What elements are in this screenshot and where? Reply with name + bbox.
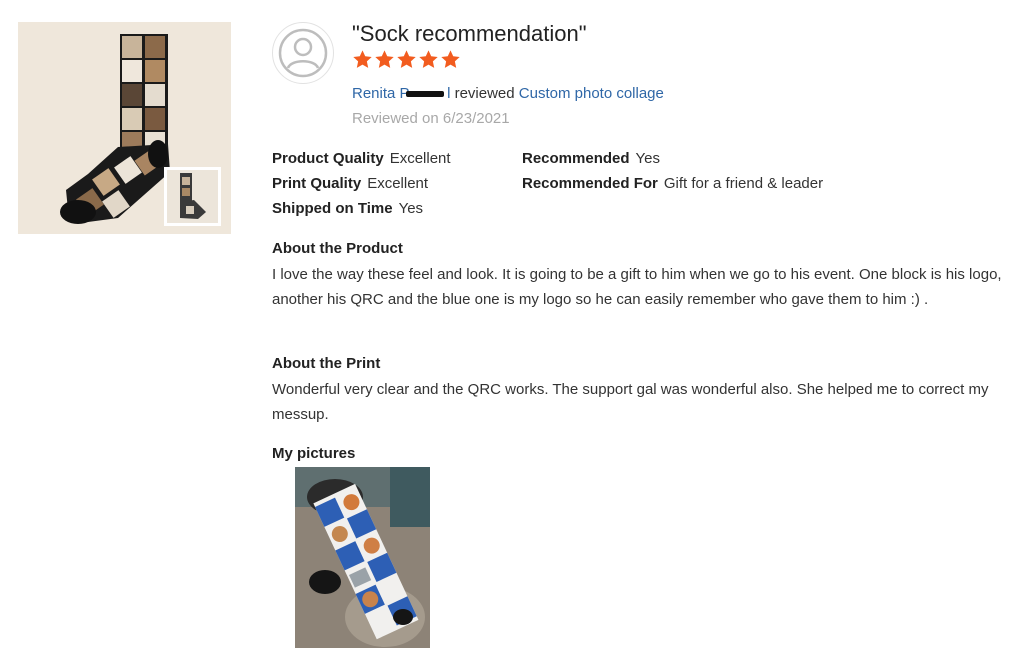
attr-print-quality: Print Quality Excellent	[272, 174, 428, 194]
sock-leg	[120, 34, 168, 152]
attr-label: Print Quality	[272, 175, 362, 192]
customer-photo[interactable]	[295, 467, 430, 648]
about-product-heading: About the Product	[272, 240, 403, 257]
attr-value: Excellent	[367, 175, 429, 192]
star-icon	[353, 50, 372, 68]
attr-value: Gift for a friend & leader	[663, 175, 824, 192]
reviewed-text: reviewed	[450, 85, 519, 102]
attr-value: Excellent	[389, 150, 451, 167]
attr-recommended: Recommended Yes	[522, 149, 660, 169]
attr-label: Shipped on Time	[272, 200, 393, 217]
review-title: "Sock recommendation"	[352, 21, 587, 46]
star-icon	[441, 50, 460, 68]
attr-recommended-for: Recommended For Gift for a friend & leade…	[522, 174, 823, 194]
redaction-bar	[406, 91, 444, 97]
attr-label: Product Quality	[272, 150, 384, 167]
about-print-heading: About the Print	[272, 355, 381, 372]
inset-thumbnail	[164, 167, 221, 226]
attr-shipped-on-time: Shipped on Time Yes	[272, 199, 423, 219]
my-pictures-heading: My pictures	[272, 445, 356, 462]
about-print-body: Wonderful very clear and the QRC works. …	[272, 381, 989, 423]
star-icon	[397, 50, 416, 68]
sock-collage-image	[18, 22, 231, 234]
reviewer-line: Renita P l reviewed Custom photo collage	[352, 84, 664, 104]
attr-value: Yes	[635, 150, 661, 167]
attr-product-quality: Product Quality Excellent	[272, 149, 451, 169]
attr-label: Recommended	[522, 150, 630, 167]
star-icon	[419, 50, 438, 68]
about-product-body: I love the way these feel and look. It i…	[272, 266, 1002, 308]
product-thumbnail[interactable]	[18, 22, 231, 234]
star-icon	[375, 50, 394, 68]
attr-value: Yes	[398, 200, 424, 217]
customer-sock-photo-image	[295, 467, 430, 648]
attr-label: Recommended For	[522, 175, 658, 192]
user-avatar-icon	[272, 22, 334, 84]
product-link[interactable]: Custom photo collage	[519, 85, 664, 102]
review-date: Reviewed on 6/23/2021	[352, 110, 510, 127]
star-rating	[352, 49, 461, 71]
